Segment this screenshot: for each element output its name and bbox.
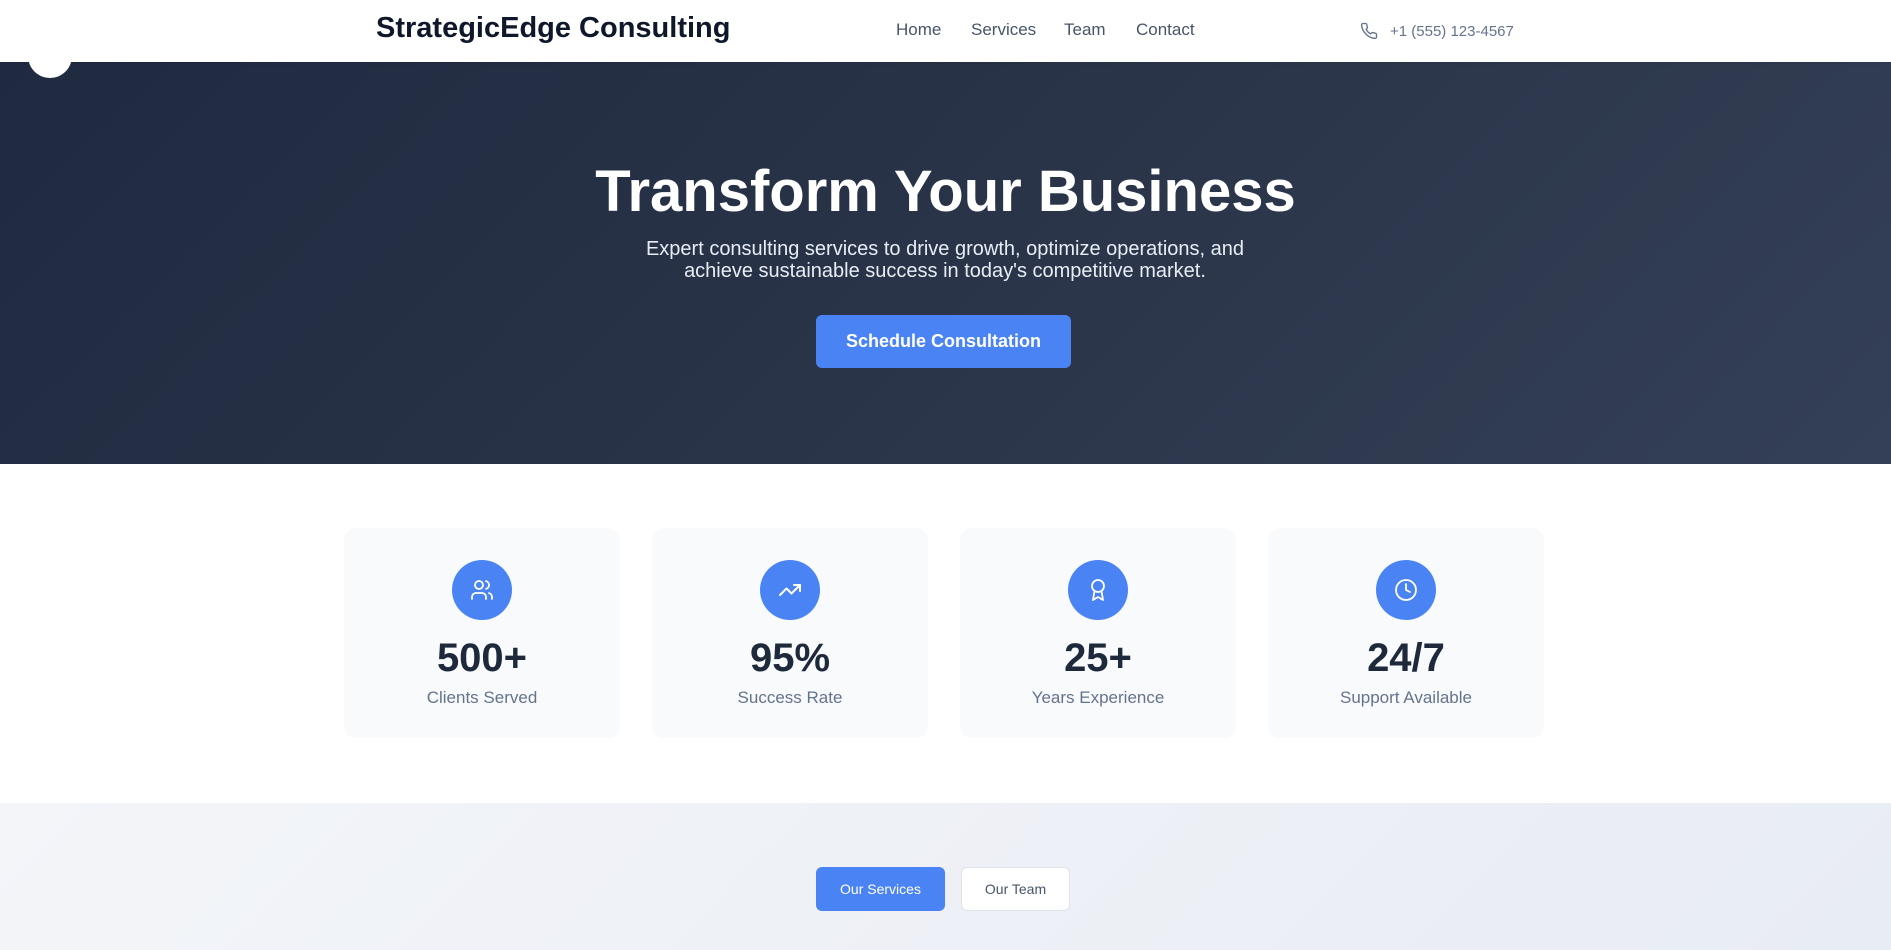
trending-up-icon [760,560,820,620]
top-navbar: StrategicEdge Consulting Home Services T… [0,0,1891,62]
stat-value: 500+ [436,636,528,680]
stats-section: 500+ Clients Served 95% Success Rate 25+… [0,464,1891,803]
hero-subtitle: Expert consulting services to drive grow… [645,238,1245,282]
header-phone[interactable]: +1 (555) 123-4567 [1360,20,1514,42]
tab-our-team[interactable]: Our Team [961,867,1070,911]
stat-value: 95% [749,636,831,680]
users-icon [452,560,512,620]
award-icon [1068,560,1128,620]
phone-number[interactable]: +1 (555) 123-4567 [1390,23,1514,40]
nav-link-team[interactable]: Team [1064,20,1106,40]
tab-our-services[interactable]: Our Services [816,867,945,911]
stat-value: 25+ [1064,636,1132,680]
brand-logo-text[interactable]: StrategicEdge Consulting [376,12,730,45]
schedule-consultation-button[interactable]: Schedule Consultation [816,315,1071,368]
phone-icon [1360,22,1378,40]
stat-label: Clients Served [426,688,538,707]
nav-link-home[interactable]: Home [896,20,941,40]
hero-section: Transform Your Business Expert consultin… [0,62,1891,464]
stat-label: Years Experience [1031,688,1165,707]
clock-icon [1376,560,1436,620]
content-tabs-section: Our Services Our Team [0,803,1891,950]
stat-label: Support Available [1339,688,1472,707]
stat-card-clients: 500+ Clients Served [344,528,620,738]
stat-value: 24/7 [1367,636,1445,680]
floating-circle-button[interactable] [28,34,72,78]
stat-label: Success Rate [737,688,843,707]
hero-title: Transform Your Business [595,159,1296,224]
nav-link-services[interactable]: Services [971,20,1036,40]
stat-card-support: 24/7 Support Available [1268,528,1544,738]
stat-card-experience: 25+ Years Experience [960,528,1236,738]
nav-link-contact[interactable]: Contact [1136,20,1195,40]
stat-card-success: 95% Success Rate [652,528,928,738]
